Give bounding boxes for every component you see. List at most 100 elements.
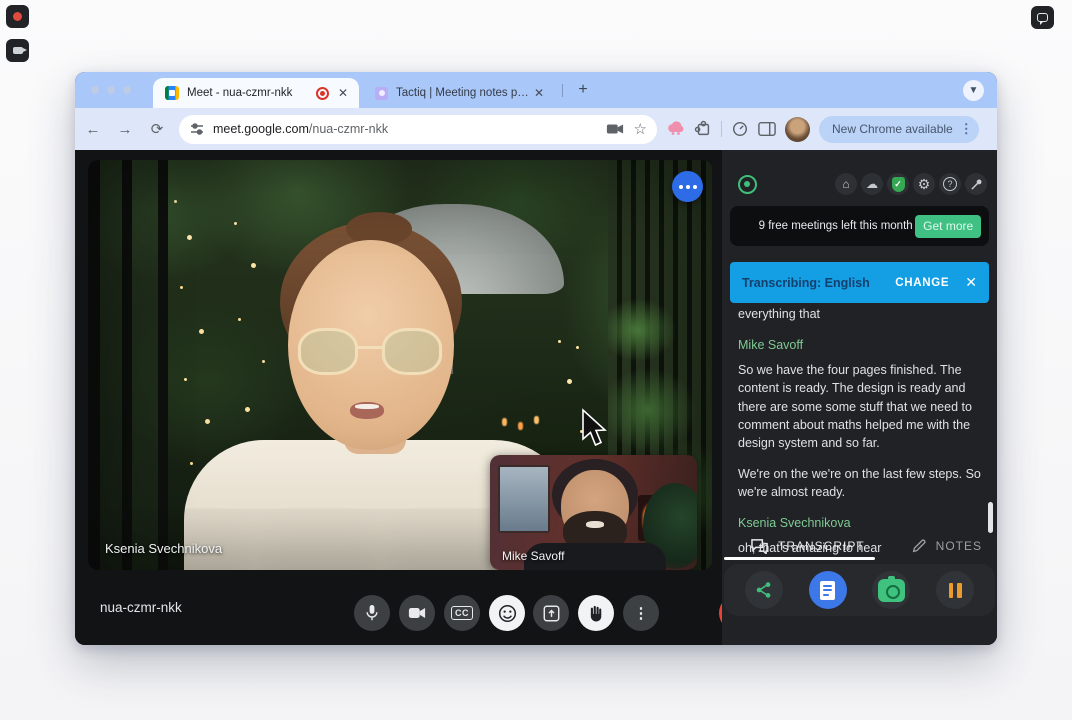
meet-control-bar: nua-czmr-nkk CC ⋮ — [75, 570, 722, 645]
camera-permission-icon[interactable] — [606, 122, 624, 136]
more-options-icon: ⋮ — [634, 604, 649, 622]
cloud-upload-icon[interactable]: ☁ — [861, 173, 883, 195]
more-options-button[interactable]: ⋮ — [623, 595, 659, 631]
back-button[interactable]: ← — [79, 115, 107, 143]
transcript-speaker: Mike Savoff — [738, 336, 981, 354]
tab-notes-label: NOTES — [936, 539, 982, 553]
tab-tactiq[interactable]: Tactiq | Meeting notes powe ✕ — [367, 78, 555, 108]
browser-menu-kebab-icon[interactable]: ⋮ — [960, 121, 973, 137]
get-more-button[interactable]: Get more — [915, 215, 981, 238]
window-traffic-lights[interactable] — [91, 86, 131, 94]
tab-close-button[interactable]: ✕ — [335, 85, 351, 101]
pip-name-label: Mike Savoff — [502, 549, 564, 563]
tab-recording-icon — [316, 87, 329, 100]
camera-icon — [408, 606, 426, 620]
captions-button[interactable]: CC — [444, 595, 480, 631]
home-icon[interactable]: ⌂ — [835, 173, 857, 195]
sidebar-tabs: TRANSCRIPT NOTES — [722, 532, 997, 559]
record-dot-icon — [13, 12, 22, 21]
transcript-panel[interactable]: everything that Mike Savoff So we have t… — [738, 305, 981, 570]
transcript-line: So we have the four pages finished. The … — [738, 361, 981, 452]
extensions-puzzle-icon[interactable] — [694, 120, 712, 138]
sidebar-action-bar — [724, 564, 995, 616]
chat-overlay-button[interactable] — [1031, 6, 1054, 29]
chrome-update-label: New Chrome available — [832, 122, 953, 136]
share-icon — [755, 581, 773, 599]
url-text[interactable]: meet.google.com/nua-czmr-nkk — [213, 122, 606, 136]
screenshot-camera-icon — [878, 579, 905, 602]
mouse-cursor — [580, 408, 607, 448]
reactions-button[interactable] — [489, 595, 525, 631]
tab-transcript-label: TRANSCRIPT — [778, 539, 865, 553]
record-indicator-overlay-button[interactable] — [6, 5, 29, 28]
privacy-shield-icon[interactable]: ✓ — [887, 173, 909, 195]
raise-hand-icon — [588, 604, 604, 622]
site-settings-icon[interactable] — [189, 121, 205, 137]
pause-icon — [949, 583, 962, 598]
google-docs-icon — [820, 581, 835, 600]
tab-notes[interactable]: NOTES — [911, 538, 982, 554]
transcribing-status: Transcribing: English — [742, 276, 870, 290]
pip-video-tile[interactable]: Mike Savoff — [490, 455, 697, 570]
google-docs-button[interactable] — [809, 571, 847, 609]
main-video-tile[interactable]: Ksenia Svechnikova Mike Savoff — [88, 160, 712, 570]
sidebar-header: ⌂ ☁ ✓ ⚙ ? — [722, 168, 997, 200]
pink-extension-icon[interactable] — [667, 121, 685, 137]
bookmark-star-icon[interactable]: ☆ — [634, 120, 647, 138]
tab-transcript[interactable]: TRANSCRIPT — [750, 538, 865, 554]
browser-toolbar: ← → ⟳ meet.google.com/nua-czmr-nkk ☆ New… — [75, 108, 997, 150]
transcript-scrollbar[interactable] — [988, 502, 993, 533]
chat-bubble-icon — [1037, 13, 1048, 22]
meet-page: Ksenia Svechnikova Mike Savoff nua-czmr-… — [75, 150, 997, 645]
free-meetings-message: 9 free meetings left this month — [756, 219, 915, 234]
camera-icon — [13, 47, 23, 54]
transcript-line: We're on the we're on the last few steps… — [738, 465, 981, 501]
present-screen-icon — [543, 605, 560, 622]
address-bar[interactable]: meet.google.com/nua-czmr-nkk ☆ — [179, 115, 657, 144]
tactiq-favicon-icon — [375, 87, 388, 100]
present-screen-button[interactable] — [533, 595, 569, 631]
close-window-dot[interactable] — [91, 86, 99, 94]
chat-notification-badge[interactable] — [672, 171, 703, 202]
nav-circle-icon[interactable] — [731, 120, 749, 138]
pip-participant-mouth — [586, 521, 604, 528]
reload-button[interactable]: ⟳ — [143, 115, 171, 143]
side-panel-icon[interactable] — [758, 121, 776, 137]
profile-avatar[interactable] — [785, 117, 810, 142]
active-tab-underline — [724, 557, 875, 560]
change-language-button[interactable]: CHANGE — [895, 277, 949, 289]
forward-button[interactable]: → — [111, 115, 139, 143]
transcript-line: everything that — [738, 305, 981, 323]
meeting-code: nua-czmr-nkk — [100, 600, 182, 615]
help-icon[interactable]: ? — [939, 173, 961, 195]
tab-meet[interactable]: Meet - nua-czmr-nkk ✕ — [153, 78, 359, 108]
share-button[interactable] — [745, 571, 783, 609]
raise-hand-button[interactable] — [578, 595, 614, 631]
participant-name-label: Ksenia Svechnikova — [105, 541, 222, 556]
transcribing-banner: Transcribing: English CHANGE ✕ — [730, 262, 989, 303]
settings-gear-icon[interactable]: ⚙ — [913, 173, 935, 195]
screenshot-button[interactable] — [872, 571, 910, 609]
pip-window — [498, 465, 550, 533]
tab-separator — [562, 84, 563, 97]
captions-icon: CC — [451, 606, 473, 620]
transcript-chat-icon — [750, 538, 769, 554]
zoom-window-dot[interactable] — [123, 86, 131, 94]
minimize-window-dot[interactable] — [107, 86, 115, 94]
new-tab-button[interactable]: + — [573, 80, 593, 100]
tactiq-logo-icon — [738, 175, 757, 194]
free-meetings-card: 9 free meetings left this month Get more — [730, 206, 989, 246]
toolbar-divider — [721, 121, 722, 137]
banner-close-button[interactable]: ✕ — [965, 274, 977, 291]
tab-search-chevron-button[interactable]: ▼ — [963, 80, 984, 101]
tab-title: Meet - nua-czmr-nkk — [187, 87, 310, 99]
screen-camera-overlay-button[interactable] — [6, 39, 29, 62]
pin-icon[interactable] — [965, 173, 987, 195]
chrome-update-pill[interactable]: New Chrome available ⋮ — [819, 116, 979, 143]
pause-button[interactable] — [936, 571, 974, 609]
camera-button[interactable] — [399, 595, 435, 631]
microphone-button[interactable] — [354, 595, 390, 631]
tab-strip: Meet - nua-czmr-nkk ✕ Tactiq | Meeting n… — [75, 72, 997, 108]
smiley-icon — [498, 604, 517, 623]
tab-close-button[interactable]: ✕ — [531, 85, 547, 101]
